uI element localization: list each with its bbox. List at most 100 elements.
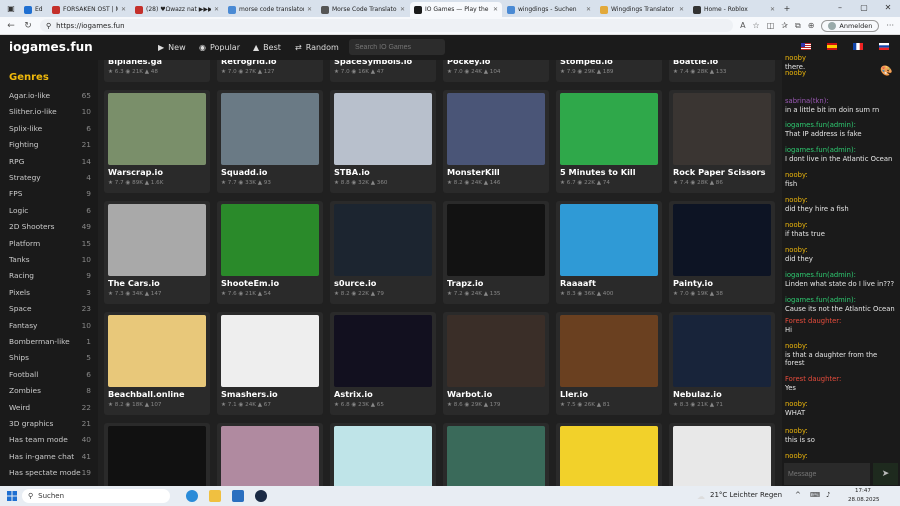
sidebar-genre-item[interactable]: Tanks 10 — [9, 255, 91, 264]
game-title[interactable]: Pockey.io — [447, 60, 490, 66]
game-title[interactable]: Rock Paper Scissors — [673, 167, 766, 177]
back-icon[interactable]: ← — [6, 21, 16, 31]
tab-close-icon[interactable]: ✕ — [214, 6, 219, 13]
sidebar-genre-item[interactable]: FPS 9 — [9, 189, 91, 198]
sidebar-genre-item[interactable]: Has team mode 40 — [9, 435, 91, 444]
profile-button[interactable]: Anmelden — [821, 19, 880, 32]
game-title[interactable]: STBA.io — [334, 167, 370, 177]
game-thumbnail[interactable] — [334, 315, 432, 387]
game-thumbnail[interactable] — [560, 93, 658, 165]
game-card[interactable]: 5 Minutes to Kill ★ 6.7 ◉ 22K ▲ 74 — [556, 90, 662, 193]
chat-username[interactable]: sabrina(tkn): — [785, 97, 897, 106]
browser-tab[interactable]: FORSAKEN OST | M!:✕ — [48, 2, 130, 17]
nav-popular[interactable]: ◉ Popular — [199, 43, 240, 52]
site-info-icon[interactable]: ⚲ — [46, 22, 51, 30]
game-title[interactable]: Painty.io — [673, 278, 713, 288]
browser-tab[interactable]: IO Games — Play the Best✕ — [410, 2, 502, 17]
window-menu-icon[interactable]: ▣ — [4, 2, 18, 15]
game-thumbnail[interactable] — [221, 426, 319, 486]
minimize-icon[interactable]: – — [828, 0, 852, 14]
game-thumbnail[interactable] — [334, 426, 432, 486]
chat-username[interactable]: nooby: — [785, 246, 897, 255]
tab-close-icon[interactable]: ✕ — [493, 6, 498, 13]
game-title[interactable]: Raaaaft — [560, 278, 596, 288]
game-title[interactable]: s0urce.io — [334, 278, 376, 288]
game-title[interactable]: Trapz.io — [447, 278, 483, 288]
sidebar-genre-item[interactable]: Racing 9 — [9, 271, 91, 280]
taskbar-search[interactable]: ⚲ Suchen — [22, 489, 170, 503]
nav-best[interactable]: ▲ Best — [253, 43, 281, 52]
sidebar-genre-item[interactable]: Slither.io-like 10 — [9, 107, 91, 116]
chat-message-input[interactable] — [784, 463, 870, 485]
file-explorer-icon[interactable] — [209, 490, 221, 502]
game-thumbnail[interactable] — [221, 93, 319, 165]
browser-tab[interactable]: wingdings - Suchen ✕ — [503, 2, 595, 17]
game-card[interactable] — [217, 423, 323, 486]
tab-close-icon[interactable]: ✕ — [586, 6, 591, 13]
favorite-star-icon[interactable]: ☆ — [753, 21, 760, 30]
sidebar-genre-item[interactable]: Zombies 8 — [9, 386, 91, 395]
flag-ru-icon[interactable] — [879, 43, 889, 50]
chat-username[interactable]: Forest daughter: — [785, 375, 897, 384]
game-card[interactable]: ShooteEm.io ★ 7.6 ◉ 21K ▲ 54 — [217, 201, 323, 304]
game-thumbnail[interactable] — [447, 315, 545, 387]
game-thumbnail[interactable] — [560, 426, 658, 486]
game-thumbnail[interactable] — [673, 93, 771, 165]
game-card[interactable]: Warscrap.io ★ 7.7 ◉ 89K ▲ 1.6K — [104, 90, 210, 193]
url-field[interactable]: ⚲ https://iogames.fun — [40, 19, 734, 32]
browser-tab[interactable]: Wingdings Translator ⚙✍✕ — [596, 2, 688, 17]
flag-us-icon[interactable] — [801, 43, 811, 50]
game-card[interactable]: Stomped.io ★ 7.9 ◉ 29K ▲ 189 — [556, 60, 662, 82]
sidebar-genre-item[interactable]: Pixels 3 — [9, 288, 91, 297]
flag-es-icon[interactable] — [827, 43, 837, 50]
close-window-icon[interactable]: ✕ — [876, 0, 900, 14]
chat-username[interactable]: iogames.fun(admin): — [785, 146, 897, 155]
sidebar-genre-item[interactable]: Fantasy 10 — [9, 321, 91, 330]
sidebar-genre-item[interactable]: Bomberman-like 1 — [9, 337, 91, 346]
game-card[interactable]: Raaaaft ★ 8.3 ◉ 36K ▲ 400 — [556, 201, 662, 304]
game-title[interactable]: 5 Minutes to Kill — [560, 167, 636, 177]
game-card[interactable]: Squadd.io ★ 7.7 ◉ 33K ▲ 93 — [217, 90, 323, 193]
windows-start-icon[interactable] — [6, 490, 18, 502]
sidebar-genre-item[interactable]: Has in-game chat 41 — [9, 452, 91, 461]
sidebar-genre-item[interactable]: Strategy 4 — [9, 173, 91, 182]
read-aloud-icon[interactable]: A — [740, 21, 745, 30]
game-title[interactable]: Squadd.io — [221, 167, 267, 177]
sidebar-genre-item[interactable]: Platform 15 — [9, 239, 91, 248]
chat-username[interactable]: nooby: — [785, 171, 897, 180]
edge-taskbar-icon[interactable] — [186, 490, 198, 502]
game-card[interactable]: Retrogrid.io ★ 7.0 ◉ 27K ▲ 127 — [217, 60, 323, 82]
outlook-icon[interactable] — [232, 490, 244, 502]
game-thumbnail[interactable] — [447, 204, 545, 276]
game-card[interactable]: Biplanes.ga ★ 6.3 ◉ 21K ▲ 48 — [104, 60, 210, 82]
site-logo[interactable]: iogames.fun — [9, 40, 93, 54]
game-thumbnail[interactable] — [673, 204, 771, 276]
game-card[interactable]: The Cars.io ★ 7.3 ◉ 34K ▲ 147 — [104, 201, 210, 304]
volume-icon[interactable]: ♪ — [826, 491, 830, 499]
search-input[interactable] — [349, 39, 445, 55]
game-title[interactable]: Warscrap.io — [108, 167, 163, 177]
game-thumbnail[interactable] — [221, 204, 319, 276]
game-card[interactable]: Ller.io ★ 7.5 ◉ 26K ▲ 81 — [556, 312, 662, 415]
game-card[interactable] — [669, 423, 775, 486]
sidebar-genre-item[interactable]: Fighting 21 — [9, 140, 91, 149]
nav-random[interactable]: ⇄ Random — [295, 43, 339, 52]
collections-icon[interactable]: ⧉ — [795, 21, 801, 31]
browser-tab[interactable]: Morse Code Translator | M✕ — [317, 2, 409, 17]
tab-close-icon[interactable]: ✕ — [770, 6, 775, 13]
tab-close-icon[interactable]: ✕ — [121, 6, 126, 13]
game-card[interactable]: Painty.io ★ 7.0 ◉ 19K ▲ 38 — [669, 201, 775, 304]
game-title[interactable]: Astrix.io — [334, 389, 373, 399]
game-thumbnail[interactable] — [334, 93, 432, 165]
game-title[interactable]: ShooteEm.io — [221, 278, 279, 288]
more-menu-icon[interactable]: ··· — [886, 21, 894, 30]
game-card[interactable]: Warbot.io ★ 8.6 ◉ 29K ▲ 179 — [443, 312, 549, 415]
clock-time[interactable]: 17:47 — [855, 488, 871, 494]
chat-username[interactable]: iogames.fun(admin): — [785, 271, 897, 280]
sidebar-genre-item[interactable]: Football 6 — [9, 370, 91, 379]
clock-date[interactable]: 28.08.2025 — [848, 497, 880, 503]
game-title[interactable]: Biplanes.ga — [108, 60, 162, 66]
tab-close-icon[interactable]: ✕ — [679, 6, 684, 13]
game-card[interactable]: Smashers.io ★ 7.1 ◉ 24K ▲ 67 — [217, 312, 323, 415]
game-thumbnail[interactable] — [560, 315, 658, 387]
